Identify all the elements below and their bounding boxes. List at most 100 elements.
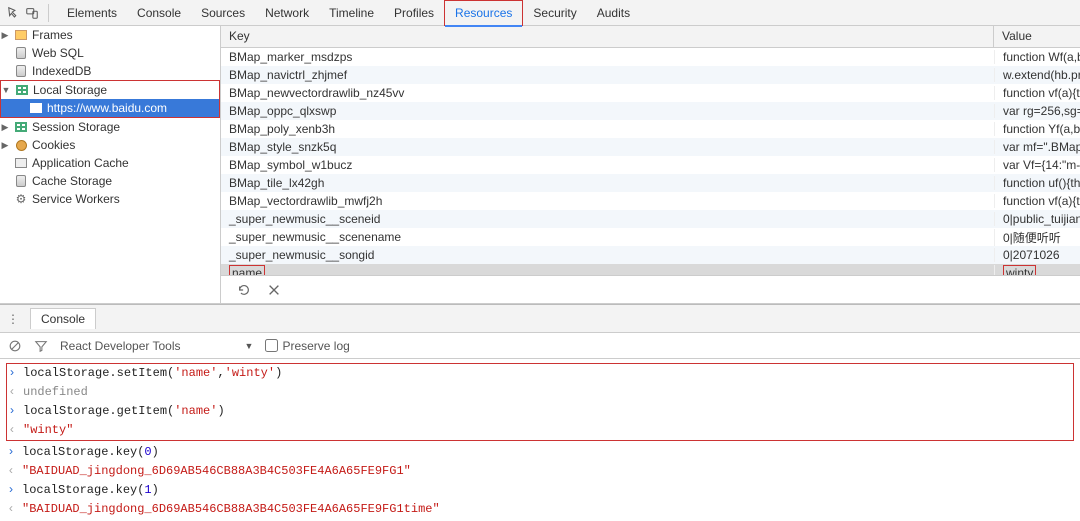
sidebar-localstorage-origin[interactable]: https://www.baidu.com [1,99,219,117]
context-selector[interactable]: React Developer Tools [60,339,181,353]
sidebar-item-label: Cache Storage [32,174,112,188]
column-header-value[interactable]: Value [994,26,1080,47]
caret-right-icon: ▶ [0,30,10,41]
sidebar-appcache[interactable]: Application Cache [0,154,220,172]
cell-value: w.extend(hb.prot [994,68,1080,82]
clear-console-icon[interactable] [8,339,22,353]
level-filter-caret[interactable]: ▼ [245,341,254,351]
cell-key: BMap_marker_msdzps [221,50,994,64]
cell-value: function Yf(a,b){e [994,122,1080,136]
highlight-box: › localStorage.setItem('name','winty') ‹… [6,363,1074,441]
console-result-line: ‹ undefined [7,383,1073,402]
sidebar-frames[interactable]: ▶ Frames [0,26,220,44]
refresh-icon[interactable] [237,283,251,297]
input-marker-icon: › [7,365,17,382]
table-row[interactable]: BMap_symbol_w1buczvar Vf={14:"m-0. [221,156,1080,174]
main-pane: ▶ Frames Web SQL IndexedDB ▼ Local Stora… [0,26,1080,304]
table-row[interactable]: _super_newmusic__scenename0|随便听听 [221,228,1080,246]
table-row[interactable]: BMap_poly_xenb3hfunction Yf(a,b){e [221,120,1080,138]
tab-console[interactable]: Console [127,0,191,26]
result-marker-icon: ‹ [7,384,17,401]
sidebar-cachestorage[interactable]: Cache Storage [0,172,220,190]
filter-icon[interactable] [34,339,48,353]
input-marker-icon: › [6,444,16,461]
sidebar-item-label: Session Storage [32,120,120,134]
separator [48,4,49,22]
console-line-content: localStorage.key(1) [22,482,159,499]
tab-sources[interactable]: Sources [191,0,255,26]
tab-elements[interactable]: Elements [57,0,127,26]
console-input-line[interactable]: › localStorage.setItem('name','winty') [7,364,1073,383]
sidebar-serviceworkers[interactable]: ⚙ Service Workers [0,190,220,208]
cell-value: 0|public_tuijian_s [994,212,1080,226]
table-body: BMap_marker_msdzpsfunction Wf(a,b){BMap_… [221,48,1080,275]
delete-icon[interactable] [267,283,281,297]
cell-value: var Vf={14:"m-0. [994,158,1080,172]
input-marker-icon: › [6,482,16,499]
cell-key: BMap_vectordrawlib_mwfj2h [221,194,994,208]
table-row[interactable]: _super_newmusic__songid0|2071026 [221,246,1080,264]
tab-timeline[interactable]: Timeline [319,0,384,26]
folder-icon [14,28,28,42]
sidebar-item-label: IndexedDB [32,64,91,78]
tab-audits[interactable]: Audits [587,0,640,26]
cell-value: 0|随便听听 [994,229,1080,246]
devtools-tabs-bar: Elements Console Sources Network Timelin… [0,0,1080,26]
device-toggle-icon[interactable] [24,5,40,21]
table-header: Key Value [221,26,1080,48]
console-line-content: "BAIDUAD_jingdong_6D69AB546CB88A3B4C503F… [22,463,411,480]
console-input-line[interactable]: › localStorage.getItem('name') [7,402,1073,421]
sidebar-item-label: Frames [32,28,73,42]
table-row[interactable]: BMap_newvectordrawlib_nz45vvfunction vf(… [221,84,1080,102]
cell-key: BMap_newvectordrawlib_nz45vv [221,86,994,100]
kebab-icon[interactable]: ⋮ [6,312,20,326]
cell-value: 0|2071026 [994,248,1080,262]
table-row[interactable]: _super_newmusic__sceneid0|public_tuijian… [221,210,1080,228]
cell-value: function vf(a){this [994,86,1080,100]
database-icon [14,174,28,188]
console-result-line: ‹ "winty" [7,421,1073,440]
tab-resources[interactable]: Resources [444,0,523,26]
console-line-content: undefined [23,384,88,401]
table-row[interactable]: BMap_vectordrawlib_mwfj2hfunction vf(a){… [221,192,1080,210]
cell-value: var mf=".BMap_ [994,140,1080,154]
console-line-content: localStorage.key(0) [22,444,159,461]
tab-security[interactable]: Security [523,0,586,26]
sidebar-localstorage[interactable]: ▼ Local Storage [1,81,219,99]
sidebar-cookies[interactable]: ▶ Cookies [0,136,220,154]
table-row[interactable]: BMap_tile_lx42ghfunction uf(){this [221,174,1080,192]
sidebar-websql[interactable]: Web SQL [0,44,220,62]
table-row[interactable]: BMap_marker_msdzpsfunction Wf(a,b){ [221,48,1080,66]
preserve-log-toggle[interactable]: Preserve log [265,339,349,353]
caret-down-icon: ▼ [1,85,11,95]
drawer-tab-console[interactable]: Console [30,308,96,329]
database-icon [14,46,28,60]
gear-icon: ⚙ [14,192,28,206]
table-row[interactable]: namewinty [221,264,1080,275]
grid-icon [14,156,28,170]
console-output: › localStorage.setItem('name','winty') ‹… [0,359,1080,521]
console-input-line[interactable]: › localStorage.key(1) [0,481,1080,500]
sidebar-item-label: Service Workers [32,192,120,206]
drawer-tabs: ⋮ Console [0,305,1080,333]
preserve-log-checkbox[interactable] [265,339,278,352]
tab-profiles[interactable]: Profiles [384,0,444,26]
sidebar-sessionstorage[interactable]: ▶ Session Storage [0,118,220,136]
sidebar-indexeddb[interactable]: IndexedDB [0,62,220,80]
table-row[interactable]: BMap_oppc_qlxswpvar rg=256,sg=3 [221,102,1080,120]
sidebar-item-label: Web SQL [32,46,84,60]
cell-value: function uf(){this [994,176,1080,190]
cell-key: BMap_poly_xenb3h [221,122,994,136]
cell-key: name [221,265,994,275]
column-header-key[interactable]: Key [221,26,994,47]
table-row[interactable]: BMap_style_snzk5qvar mf=".BMap_ [221,138,1080,156]
tab-network[interactable]: Network [255,0,319,26]
console-input-line[interactable]: › localStorage.key(0) [0,443,1080,462]
cell-key: _super_newmusic__sceneid [221,212,994,226]
inspect-icon[interactable] [6,5,22,21]
cell-value: function vf(a){this [994,194,1080,208]
table-row[interactable]: BMap_navictrl_zhjmefw.extend(hb.prot [221,66,1080,84]
cell-key: _super_newmusic__songid [221,248,994,262]
cell-key: BMap_navictrl_zhjmef [221,68,994,82]
result-marker-icon: ‹ [7,422,17,439]
